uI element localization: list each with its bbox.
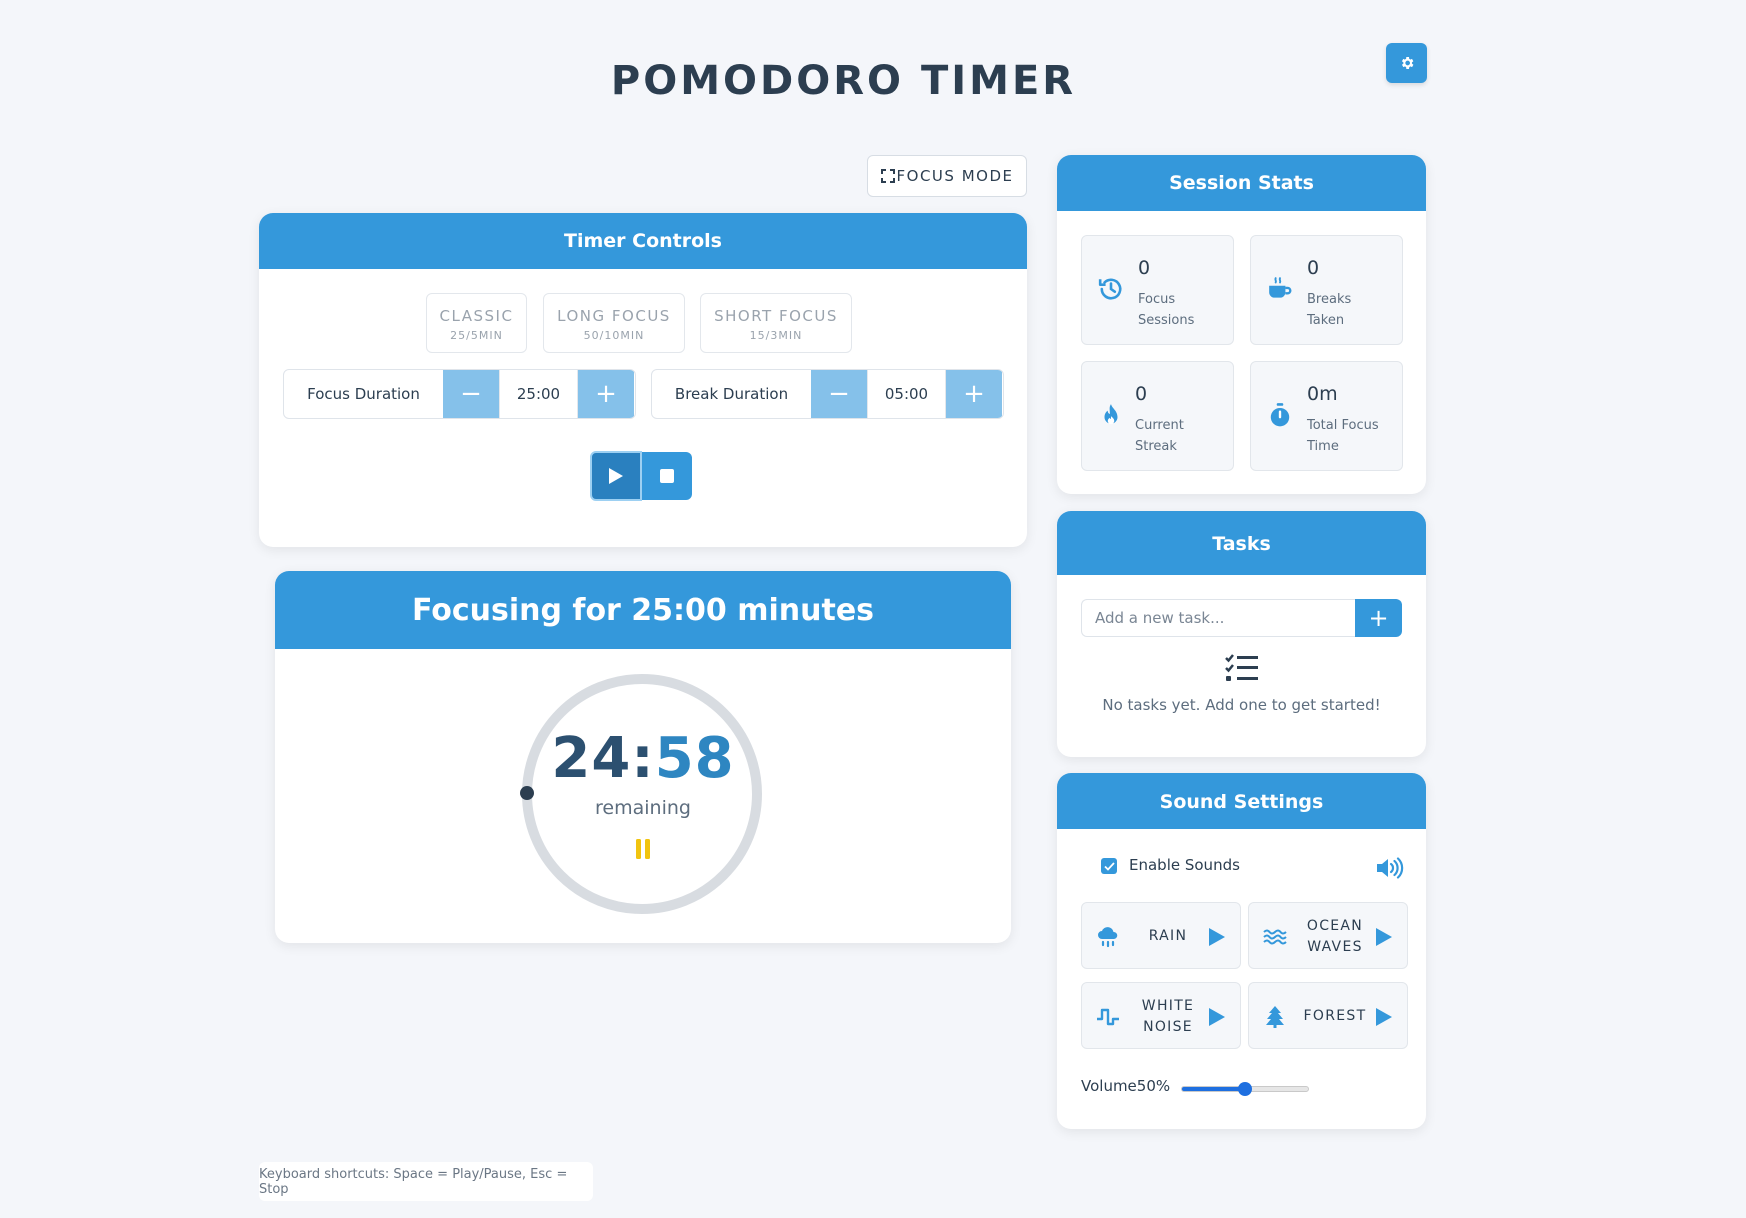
stat-label: Focus Sessions [1138,292,1195,328]
sound-name: OCEAN WAVES [1306,917,1364,955]
sound-forest[interactable]: FOREST [1248,982,1408,1049]
volume-value: 50% [1136,1077,1171,1095]
expand-icon [880,169,895,183]
stat-label: Breaks Taken [1307,292,1352,328]
sound-ocean-waves[interactable]: OCEAN WAVES [1248,902,1408,969]
preset-long-focus[interactable]: LONG FOCUS 50/10MIN [543,293,685,353]
stat-label: Current Streak [1135,418,1184,454]
break-duration-label: Break Duration [674,385,789,403]
stat-value: 0 [1307,257,1320,279]
play-button[interactable] [590,451,642,501]
stat-value: 0 [1135,383,1148,405]
stat-label: Total Focus Time [1307,418,1379,454]
timer-card: Focusing for 25:00 minutes 24:58 remaini… [275,571,1011,943]
stopwatch-icon [1270,403,1290,427]
task-input[interactable] [1081,599,1355,637]
sound-name: FOREST [1303,1008,1367,1024]
gear-icon [1401,57,1413,69]
timer-minutes: 24 [551,726,632,791]
play-icon [609,468,623,484]
preset-name: CLASSIC [439,307,514,325]
pause-icon[interactable] [635,839,651,859]
volume-label: Volume [1081,1077,1137,1095]
playback-controls [590,451,692,501]
timer-progress-ring [520,674,762,914]
add-task-button[interactable]: + [1355,599,1402,637]
preset-short-focus[interactable]: SHORT FOCUS 15/3MIN [700,293,852,353]
sound-name: WHITE NOISE [1141,997,1195,1035]
task-list-icon [1225,654,1258,681]
volume-slider[interactable] [1181,1081,1309,1097]
tasks-empty-text: No tasks yet. Add one to get started! [1102,696,1381,714]
break-increase-button[interactable]: + [946,370,1002,418]
sound-rain[interactable]: RAIN [1081,902,1241,969]
check-icon [1103,861,1115,871]
stat-value: 0 [1138,257,1151,279]
rain-cloud-icon [1098,927,1118,948]
fire-icon [1104,404,1118,425]
stat-value: 0m [1307,383,1338,405]
preset-name: SHORT FOCUS [714,307,838,325]
break-decrease-button[interactable]: − [811,370,867,418]
remaining-label: remaining [595,797,691,819]
focus-duration-value[interactable]: 25:00 [499,370,578,418]
focus-mode-label: FOCUS MODE [896,167,1014,185]
sound-white-noise[interactable]: WHITE NOISE [1081,982,1241,1049]
stop-icon [660,469,674,483]
preset-sub: 50/10MIN [583,329,645,342]
stat-current-streak: 0 Current Streak [1081,361,1234,471]
focus-decrease-button[interactable]: − [443,370,499,418]
break-duration-value[interactable]: 05:00 [867,370,946,418]
tree-icon [1266,1006,1284,1028]
enable-sounds-label: Enable Sounds [1129,856,1240,874]
preset-classic[interactable]: CLASSIC 25/5MIN [426,293,527,353]
play-sound-icon[interactable] [1375,927,1393,947]
preset-sub: 15/3MIN [749,329,803,342]
session-stats-title: Session Stats [1057,155,1426,211]
focus-increase-button[interactable]: + [578,370,634,418]
stat-breaks-taken: 0 Breaks Taken [1250,235,1403,345]
coffee-icon [1269,277,1292,298]
keyboard-shortcuts-hint: Keyboard shortcuts: Space = Play/Pause, … [259,1162,593,1201]
timer-colon: : [631,726,655,791]
history-icon [1098,278,1122,300]
settings-button[interactable] [1386,43,1427,83]
stop-button[interactable] [642,452,692,500]
focus-duration-label: Focus Duration [307,385,420,403]
sound-name: RAIN [1148,928,1188,944]
focus-mode-button[interactable]: FOCUS MODE [867,155,1027,197]
preset-name: LONG FOCUS [557,307,671,325]
play-sound-icon[interactable] [1208,1007,1226,1027]
water-icon [1263,929,1287,945]
timer-seconds: 58 [654,726,735,791]
page-title: POMODORO TIMER [610,58,1077,104]
play-sound-icon[interactable] [1208,927,1226,947]
volume-label-row: Volume50% [1081,1077,1170,1095]
volume-up-icon[interactable] [1376,857,1404,879]
timer-status-title: Focusing for 25:00 minutes [275,571,1011,649]
sound-settings-title: Sound Settings [1057,773,1426,829]
break-duration-stepper: Break Duration − 05:00 + [651,369,1004,419]
stat-focus-sessions: 0 Focus Sessions [1081,235,1234,345]
tasks-title: Tasks [1057,511,1426,575]
wave-square-icon [1097,1008,1119,1026]
stat-total-focus-time: 0m Total Focus Time [1250,361,1403,471]
focus-duration-stepper: Focus Duration − 25:00 + [283,369,636,419]
enable-sounds-checkbox[interactable] [1101,858,1117,874]
timer-display: 24:58 [275,726,1011,791]
timer-controls-title: Timer Controls [259,213,1027,269]
play-sound-icon[interactable] [1375,1007,1393,1027]
preset-sub: 25/5MIN [450,329,503,342]
